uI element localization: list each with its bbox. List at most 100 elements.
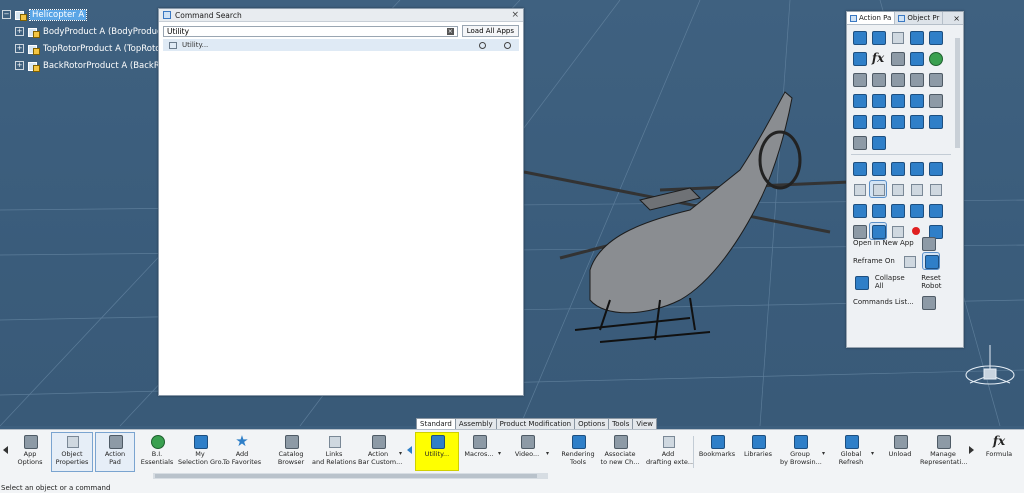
scroll-right-icon[interactable] [969, 446, 974, 454]
robot-icon[interactable] [927, 113, 943, 129]
cylinder-icon[interactable] [889, 181, 905, 197]
tab-product-modification[interactable]: Product Modification [495, 418, 576, 429]
expand-icon[interactable]: + [15, 44, 24, 53]
tree-root-label[interactable]: Helicopter A [28, 8, 88, 21]
explode-icon[interactable] [870, 160, 886, 176]
cylinder-icon[interactable] [851, 181, 867, 197]
reframe-icon[interactable] [901, 253, 917, 269]
view-icon[interactable] [927, 160, 943, 176]
shape-icon[interactable] [908, 202, 924, 218]
collapse-all-button[interactable]: Collapse All [875, 274, 915, 290]
chevron-down-icon[interactable]: ▾ [546, 450, 549, 457]
render-icon[interactable] [851, 92, 867, 108]
expand-icon[interactable]: + [15, 27, 24, 36]
video-button[interactable]: Video... [509, 433, 545, 471]
eraser-icon[interactable] [908, 71, 924, 87]
my-selection-groups-button[interactable]: My Selection Gro... [178, 433, 228, 471]
scrollbar-thumb[interactable] [155, 474, 537, 478]
search-field[interactable]: × [163, 25, 458, 37]
tree-node[interactable]: + BackRotorProduct A (BackRoto [15, 57, 173, 74]
add-drafting-extension-button[interactable]: Add drafting exte... [646, 433, 694, 471]
add-to-favorites-button[interactable]: ★ Add To Favorites [222, 433, 262, 471]
replace-icon[interactable] [908, 92, 924, 108]
shape-icon[interactable] [927, 202, 943, 218]
unload-button[interactable]: Unload [882, 433, 918, 471]
insert-icon[interactable] [889, 92, 905, 108]
tree-node-label[interactable]: TopRotorProduct A (TopRotor [43, 44, 164, 54]
action-pad-button[interactable]: Action Pad [95, 432, 135, 472]
tab-assembly[interactable]: Assembly [454, 418, 497, 429]
shape-icon[interactable] [889, 202, 905, 218]
tree-node[interactable]: + TopRotorProduct A (TopRotor [15, 40, 173, 57]
cylinder-icon[interactable] [927, 181, 943, 197]
move-icon[interactable] [889, 160, 905, 176]
refresh-icon[interactable] [908, 50, 924, 66]
cube-icon[interactable] [870, 29, 886, 45]
chevron-down-icon[interactable]: ▾ [399, 450, 402, 457]
engineering-icon[interactable] [870, 113, 886, 129]
dropper-icon[interactable] [927, 71, 943, 87]
app-options-button[interactable]: App Options [14, 433, 46, 471]
sync-icon[interactable] [927, 50, 943, 66]
parameters-icon[interactable] [889, 50, 905, 66]
tree-node[interactable]: + BodyProduct A (BodyProduct [15, 23, 173, 40]
collapse-all-icon[interactable] [853, 274, 869, 290]
bookmarks-button[interactable]: Bookmarks [698, 433, 736, 471]
global-refresh-button[interactable]: Global Refresh [832, 433, 870, 471]
pencil-icon[interactable] [870, 92, 886, 108]
tab-action-pad[interactable]: Action Pa [847, 12, 896, 24]
tab-view[interactable]: View [632, 418, 657, 429]
bi-essentials-button[interactable]: B.I. Essentials [138, 433, 176, 471]
section-icon[interactable] [908, 160, 924, 176]
tree-node-label[interactable]: BodyProduct A (BodyProduct [43, 27, 165, 37]
associate-to-new-change-button[interactable]: Associate to new Ch... [598, 433, 642, 471]
macros-button[interactable]: Macros... [460, 433, 498, 471]
formula-icon[interactable]: fx [870, 50, 886, 66]
tab-standard[interactable]: Standard [416, 418, 456, 429]
update-icon[interactable] [927, 29, 943, 45]
snap-icon[interactable] [851, 160, 867, 176]
tab-options[interactable]: Options [574, 418, 610, 429]
open-in-new-app-label[interactable]: Open in New App [853, 239, 914, 247]
fix-icon[interactable] [889, 113, 905, 129]
camera-icon[interactable] [851, 134, 867, 150]
info-icon[interactable] [504, 41, 511, 49]
reframe-mode-icon[interactable] [921, 252, 940, 270]
tree-node-label[interactable]: BackRotorProduct A (BackRoto [43, 61, 173, 71]
formula-button[interactable]: fx Formula [980, 433, 1018, 471]
chevron-down-icon[interactable]: ▾ [822, 450, 825, 457]
reset-robot-button[interactable]: Reset Robot [921, 274, 963, 290]
inertia-icon[interactable] [870, 71, 886, 87]
clash-icon[interactable] [889, 71, 905, 87]
collapse-icon[interactable]: − [2, 10, 11, 19]
search-input[interactable] [167, 26, 447, 36]
commands-list-button[interactable]: Commands List... [853, 298, 914, 306]
manage-representations-button[interactable]: Manage Representati... [920, 433, 967, 471]
scroll-left-icon[interactable] [407, 446, 412, 454]
tree-root[interactable]: − Helicopter A [2, 6, 173, 23]
object-properties-button[interactable]: Object Properties [51, 432, 93, 472]
anchor-icon[interactable] [908, 113, 924, 129]
measure-icon[interactable] [851, 71, 867, 87]
libraries-button[interactable]: Libraries [740, 433, 776, 471]
chevron-down-icon[interactable]: ▾ [871, 450, 874, 457]
assembly-icon[interactable] [908, 29, 924, 45]
actionbar-scrollbar[interactable] [153, 473, 548, 479]
close-icon[interactable]: × [511, 10, 519, 20]
dashboard-icon[interactable] [870, 134, 886, 150]
cylinder-icon[interactable] [908, 181, 924, 197]
reframe-on-label[interactable]: Reframe On [853, 257, 895, 265]
scroll-left-icon[interactable] [3, 446, 8, 454]
utility-button[interactable]: Utility... [415, 432, 459, 471]
cylinder-icon[interactable] [869, 179, 887, 198]
rendering-tools-button[interactable]: Rendering Tools [558, 433, 598, 471]
cube-icon[interactable] [851, 29, 867, 45]
close-icon[interactable]: × [953, 14, 960, 23]
links-and-relations-button[interactable]: Links and Relations [312, 433, 356, 471]
tab-object-properties[interactable]: Object Pr [895, 12, 944, 24]
settings-icon[interactable] [851, 50, 867, 66]
catalog-browser-button[interactable]: Catalog Browser [272, 433, 310, 471]
clear-icon[interactable]: × [446, 27, 454, 35]
chevron-down-icon[interactable]: ▾ [498, 450, 501, 457]
scrollbar-thumb[interactable] [955, 38, 960, 148]
